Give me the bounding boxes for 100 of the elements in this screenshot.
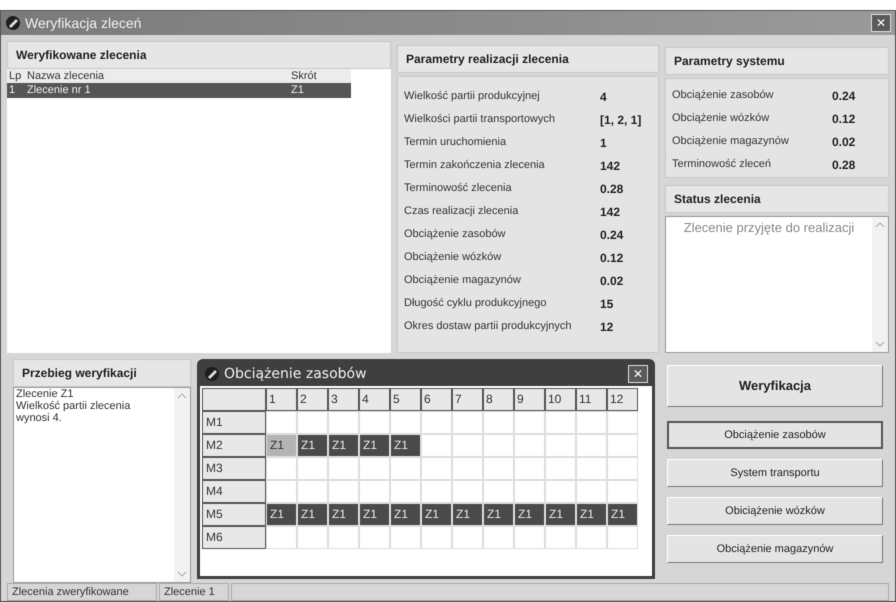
row-header: M2 xyxy=(202,434,266,457)
row-header: M5 xyxy=(202,503,266,526)
column-header: 11 xyxy=(576,388,607,411)
param-label: Czas realizacji zlecenia xyxy=(404,204,520,220)
column-header: 12 xyxy=(607,388,638,411)
panel-header: Parametry realizacji zlecenia xyxy=(397,45,659,73)
param-value: 0.02 xyxy=(600,272,624,290)
grid-cell: Z1 xyxy=(607,503,638,526)
grid-cell: Z1 xyxy=(390,434,421,457)
action-button[interactable]: Obciążenie magazynów xyxy=(667,535,883,563)
app-icon xyxy=(204,366,220,382)
param-label: Terminowość zlecenia xyxy=(404,181,513,196)
row-header: M1 xyxy=(202,411,266,434)
scroll-down-icon[interactable] xyxy=(875,340,885,348)
column-header[interactable]: Nazwa zlecenia xyxy=(27,68,291,84)
param-value: 12 xyxy=(600,318,614,336)
grid-cell: Z1 xyxy=(266,434,297,457)
param-value: 0.28 xyxy=(600,180,624,198)
grid-cell: Z1 xyxy=(328,503,359,526)
param-value: 0.12 xyxy=(600,250,624,266)
grid-cell: Z1 xyxy=(359,503,390,526)
param-value: 0.02 xyxy=(832,134,856,150)
panel-header: Przebieg weryfikacji xyxy=(13,359,191,387)
column-header: 2 xyxy=(297,388,328,411)
param-label: Długość cyklu produkcyjnego xyxy=(404,296,548,312)
status-bar-text: Zlecenia zweryfikowane xyxy=(7,583,157,601)
param-value: 142 xyxy=(600,204,620,220)
verify-button[interactable]: Weryfikacja xyxy=(667,365,883,407)
param-label: Obciążenie magazynów xyxy=(672,134,790,150)
grid-cell: Z1 xyxy=(545,503,576,526)
column-header: 9 xyxy=(514,388,545,411)
row-header: M6 xyxy=(202,526,266,549)
row-header: M3 xyxy=(202,457,266,480)
grid-cell: Z1 xyxy=(328,434,359,457)
row-header: M4 xyxy=(202,480,266,503)
param-value: [1, 2, 1] xyxy=(600,112,642,128)
grid-cell: Z1 xyxy=(390,503,421,526)
scrollbar[interactable] xyxy=(872,217,888,352)
scroll-up-icon[interactable] xyxy=(875,221,885,229)
column-header: 8 xyxy=(483,388,514,411)
close-button[interactable]: ✕ xyxy=(871,14,891,32)
panel-header: Weryfikowane zlecenia xyxy=(7,41,391,69)
grid-cell: Z1 xyxy=(297,503,328,526)
param-label: Obciążenie wózków xyxy=(404,250,502,266)
param-label: Termin zakończenia zlecenia xyxy=(404,158,546,174)
window-title: Weryfikacja zleceń xyxy=(25,14,142,33)
column-header[interactable]: Skrót xyxy=(291,68,351,84)
scroll-up-icon[interactable] xyxy=(177,392,187,400)
param-value: 0.28 xyxy=(832,156,856,174)
panel-header: Status zlecenia xyxy=(665,185,889,213)
column-header: 7 xyxy=(452,388,483,411)
param-label: Wielkości partii transportowych xyxy=(404,112,556,128)
param-value: 4 xyxy=(600,88,607,106)
status-bar-text: Zlecenie 1 xyxy=(159,583,229,601)
param-label: Obciążenie magazynów xyxy=(404,273,522,288)
column-header[interactable]: Lp xyxy=(7,68,27,84)
window-title: Obciążenie zasobów xyxy=(224,364,367,384)
column-header: 5 xyxy=(390,388,421,411)
scroll-down-icon[interactable] xyxy=(177,570,187,578)
grid-cell: Z1 xyxy=(421,503,452,526)
param-value: 1 xyxy=(600,134,607,152)
action-button[interactable]: System transportu xyxy=(667,459,883,487)
corner-header xyxy=(202,388,266,411)
param-label: Obciążenie zasobów xyxy=(672,88,775,104)
grid-cell: Z1 xyxy=(514,503,545,526)
param-label: Okres dostaw partii produkcyjnych xyxy=(404,319,573,334)
action-button[interactable]: Obiciążenie wózków xyxy=(667,497,883,525)
param-label: Wielkość partii produkcyjnej xyxy=(404,89,541,104)
param-value: 0.12 xyxy=(832,110,856,128)
column-header: 10 xyxy=(545,388,576,411)
app-icon xyxy=(5,15,21,31)
grid-cell: Z1 xyxy=(483,503,514,526)
param-label: Terminowość zleceń xyxy=(672,157,772,172)
param-label: Obciążenie wózków xyxy=(672,111,770,126)
column-header: 1 xyxy=(266,388,297,411)
param-value: 15 xyxy=(600,296,614,312)
close-button[interactable]: ✕ xyxy=(628,365,648,383)
table-cell-text: Zlecenie nr 1 xyxy=(27,83,92,98)
column-header: 3 xyxy=(328,388,359,411)
column-header: 4 xyxy=(359,388,390,411)
table-cell-text: 1 xyxy=(8,83,16,98)
action-button[interactable]: Obciążenie zasobów xyxy=(667,421,883,449)
param-label: Termin uruchomienia xyxy=(404,135,508,150)
table-cell-text: Z1 xyxy=(291,83,305,98)
grid-cell: Z1 xyxy=(452,503,483,526)
grid-cell: Z1 xyxy=(359,434,390,457)
log-line: Wielkość partii zlecenia wynosi 4. xyxy=(16,400,132,424)
param-value: 0.24 xyxy=(832,88,856,104)
log-line: Zlecenie Z1 xyxy=(16,388,74,400)
grid-cell: Z1 xyxy=(576,503,607,526)
panel-header: Parametry systemu xyxy=(665,47,889,75)
column-header: 6 xyxy=(421,388,452,411)
param-value: 142 xyxy=(600,158,620,174)
order-row[interactable]: 1 Zlecenie nr 1 Z1 xyxy=(7,83,351,98)
grid-cell: Z1 xyxy=(266,503,297,526)
param-value: 0.24 xyxy=(600,226,624,244)
grid-cell: Z1 xyxy=(297,434,328,457)
scrollbar[interactable] xyxy=(174,388,190,582)
param-label: Obciążenie zasobów xyxy=(404,227,507,242)
status-text: Zlecenie przyjęte do realizacji xyxy=(682,219,856,237)
